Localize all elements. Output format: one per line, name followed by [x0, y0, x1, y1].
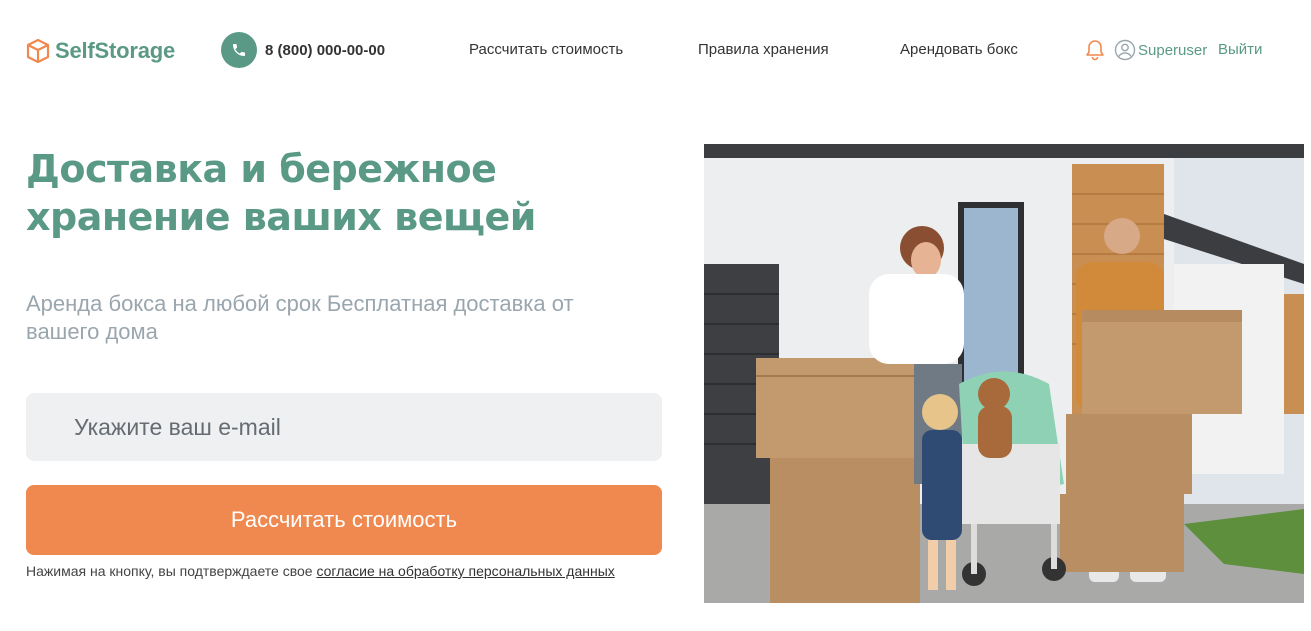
- bell-icon[interactable]: [1085, 39, 1105, 65]
- user-icon: [1114, 39, 1136, 61]
- calculate-cost-button[interactable]: Рассчитать стоимость: [26, 485, 662, 555]
- logo-text: SelfStorage: [55, 38, 176, 63]
- nav-link-rules[interactable]: Правила хранения: [698, 41, 829, 58]
- phone-number: 8 (800) 000-00-00: [265, 41, 386, 59]
- logo[interactable]: SelfStorage: [25, 38, 175, 64]
- phone-icon: [221, 32, 257, 68]
- logout-link[interactable]: Выйти: [1218, 41, 1262, 58]
- username: Superuser: [1138, 41, 1208, 59]
- box-logo-icon: [26, 38, 50, 64]
- hero-photo: [704, 144, 1304, 603]
- hero-subtitle: Аренда бокса на любой срок Бесплатная до…: [26, 291, 574, 344]
- nav-link-calculate[interactable]: Рассчитать стоимость: [469, 41, 623, 58]
- consent-text: Нажимая на кнопку, вы подтверждаете свое…: [26, 560, 666, 582]
- nav-link-rent-box[interactable]: Арендовать бокс: [900, 41, 1018, 58]
- hero-title: Доставка и бережное хранение ваших вещей: [26, 147, 536, 239]
- consent-prefix: Нажимая на кнопку, вы подтверждаете свое: [26, 563, 317, 579]
- user-profile[interactable]: Superuser: [1114, 39, 1207, 61]
- phone-contact[interactable]: 8 (800) 000-00-00: [221, 32, 385, 68]
- email-input[interactable]: [26, 393, 662, 461]
- consent-link[interactable]: согласие на обработку персональных данны…: [316, 563, 614, 579]
